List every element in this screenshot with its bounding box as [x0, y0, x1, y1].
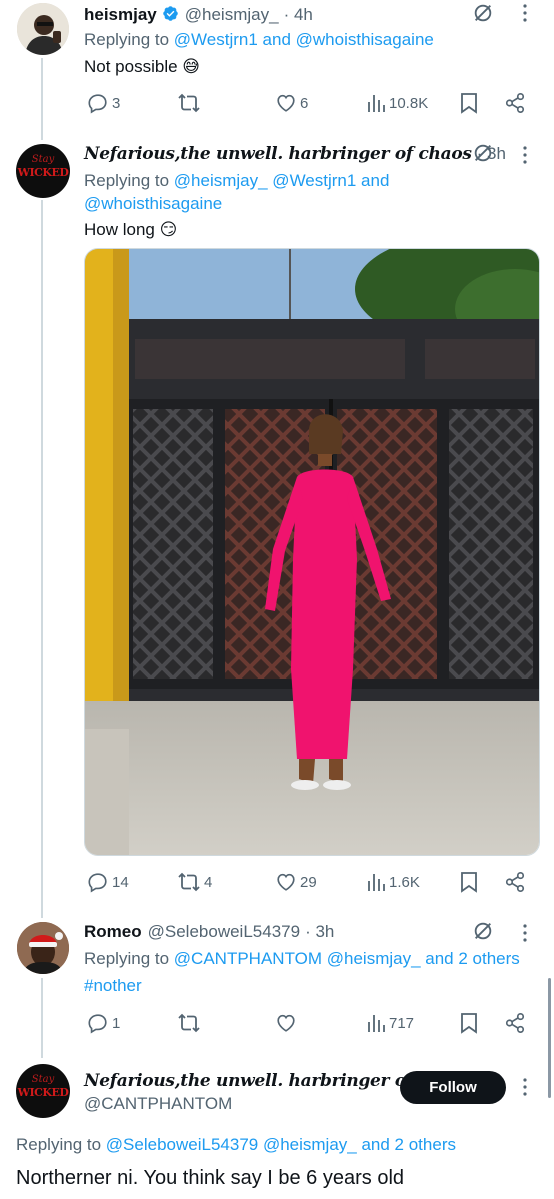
tweet-text: Northerner ni. You think say I be 6 year… — [16, 1167, 405, 1189]
reply-count: 3 — [112, 94, 121, 112]
tweet-text: How long 😏 — [84, 220, 178, 239]
replying-users[interactable]: @SeleboweiL54379 @heismjay_ and 2 others — [106, 1135, 456, 1154]
reply-button[interactable]: 3 — [87, 92, 120, 114]
bookmark-icon — [461, 1013, 477, 1034]
view-count: 1.6K — [389, 873, 420, 891]
like-button[interactable]: 6 — [275, 92, 308, 114]
grok-icon[interactable] — [472, 920, 494, 947]
like-button[interactable]: 29 — [275, 871, 317, 893]
view-count: 717 — [389, 1014, 415, 1032]
follow-button[interactable]: Follow — [400, 1071, 506, 1104]
avatar-text: WICKED — [17, 1086, 69, 1099]
share-icon — [505, 93, 525, 113]
grok-icon[interactable] — [472, 142, 494, 169]
share-button[interactable] — [504, 92, 526, 114]
reply-button[interactable]: 1 — [87, 1012, 120, 1034]
reply-count: 1 — [112, 1014, 121, 1032]
author-line: Romeo @SeleboweiL54379 · 3h — [84, 922, 334, 942]
bookmark-button[interactable] — [460, 871, 478, 893]
bookmark-icon — [461, 872, 477, 893]
author-name[interactable]: Romeo — [84, 922, 142, 942]
views-button[interactable]: 717 — [366, 1012, 414, 1034]
avatar[interactable]: Stay WICKED — [16, 1064, 70, 1118]
verified-badge-icon — [162, 5, 179, 22]
like-count: 29 — [300, 873, 317, 891]
author-line: Nefarious,the unwell. harbringer of chao… — [84, 144, 506, 164]
avatar[interactable]: Stay WICKED — [16, 144, 70, 198]
replying-users[interactable]: @CANTPHANTOM @heismjay_ and 2 others — [174, 949, 520, 968]
replying-users-cont[interactable]: @whoisthisagaine — [84, 194, 222, 213]
views-icon — [368, 95, 385, 112]
reply-button[interactable]: 14 — [87, 871, 129, 893]
share-icon — [505, 1013, 525, 1033]
replying-prefix: Replying to — [84, 949, 170, 968]
avatar-text: WICKED — [17, 166, 69, 179]
reply-count: 14 — [112, 873, 129, 891]
tweet-photo[interactable] — [84, 248, 540, 856]
repost-count: 4 — [204, 873, 213, 891]
views-icon — [368, 1015, 385, 1032]
thread-line — [41, 58, 43, 140]
view-count: 10.8K — [389, 94, 429, 112]
scrollbar[interactable] — [548, 978, 551, 1098]
repost-button[interactable] — [177, 1012, 204, 1034]
author-handle[interactable]: @CANTPHANTOM — [84, 1094, 232, 1114]
heart-icon — [277, 1014, 295, 1032]
share-icon — [505, 872, 525, 892]
more-icon[interactable] — [523, 146, 527, 164]
repost-icon — [178, 872, 200, 892]
reply-icon — [88, 1014, 107, 1034]
avatar-text-top: Stay — [31, 154, 55, 165]
views-button[interactable]: 1.6K — [366, 871, 420, 893]
bookmark-button[interactable] — [460, 92, 478, 114]
bookmark-button[interactable] — [460, 1012, 478, 1034]
tweet-text: Not possible 😅 — [84, 57, 200, 76]
thread-line — [41, 978, 43, 1058]
share-button[interactable] — [504, 1012, 526, 1034]
grok-icon[interactable] — [472, 2, 494, 29]
views-icon — [368, 874, 385, 891]
thread-line — [41, 200, 43, 918]
views-button[interactable]: 10.8K — [366, 92, 428, 114]
author-line: Nefarious,the unwell. harbringer of... — [84, 1071, 429, 1091]
replying-users[interactable]: @Westjrn1 and @whoisthisagaine — [174, 30, 434, 49]
reply-icon — [88, 94, 107, 114]
author-handle[interactable]: @SeleboweiL54379 — [148, 922, 300, 942]
replying-prefix: Replying to — [84, 30, 170, 49]
avatar[interactable] — [17, 3, 69, 55]
author-name[interactable]: Nefarious,the unwell. harbringer of chao… — [84, 144, 472, 164]
avatar-text-top: Stay — [31, 1074, 55, 1085]
author-name[interactable]: heismjay — [84, 5, 157, 25]
heart-icon — [277, 94, 295, 112]
like-count: 6 — [300, 94, 309, 112]
more-icon[interactable] — [523, 1078, 527, 1096]
repost-icon — [178, 1013, 200, 1033]
author-handle[interactable]: @heismjay_ — [185, 5, 279, 25]
repost-button[interactable]: 4 — [177, 871, 212, 893]
photo-image — [85, 249, 539, 855]
replying-users[interactable]: @heismjay_ @Westjrn1 and — [174, 171, 390, 190]
replying-to: Replying to @heismjay_ @Westjrn1 and @wh… — [84, 169, 514, 215]
author-name[interactable]: Nefarious,the unwell. harbringer of... — [84, 1071, 429, 1091]
heart-icon — [277, 873, 295, 891]
reply-icon — [88, 873, 107, 893]
repost-icon — [178, 93, 200, 113]
like-button[interactable] — [275, 1012, 300, 1034]
more-icon[interactable] — [523, 924, 527, 942]
author-line: heismjay @heismjay_ · 4h — [84, 3, 313, 25]
more-icon[interactable] — [523, 4, 527, 22]
tweet-time[interactable]: · 4h — [284, 5, 313, 25]
repost-button[interactable] — [177, 92, 204, 114]
replying-prefix: Replying to — [84, 171, 170, 190]
replying-to: Replying to @Westjrn1 and @whoisthisagai… — [84, 28, 434, 51]
replying-to: Replying to @CANTPHANTOM @heismjay_ and … — [84, 947, 544, 970]
avatar[interactable] — [17, 922, 69, 974]
tweet-time[interactable]: · 3h — [305, 922, 334, 942]
replying-prefix: Replying to — [16, 1135, 102, 1154]
share-button[interactable] — [504, 871, 526, 893]
replying-to: Replying to @SeleboweiL54379 @heismjay_ … — [16, 1133, 546, 1156]
hashtag-link[interactable]: #nother — [84, 975, 142, 997]
bookmark-icon — [461, 93, 477, 114]
